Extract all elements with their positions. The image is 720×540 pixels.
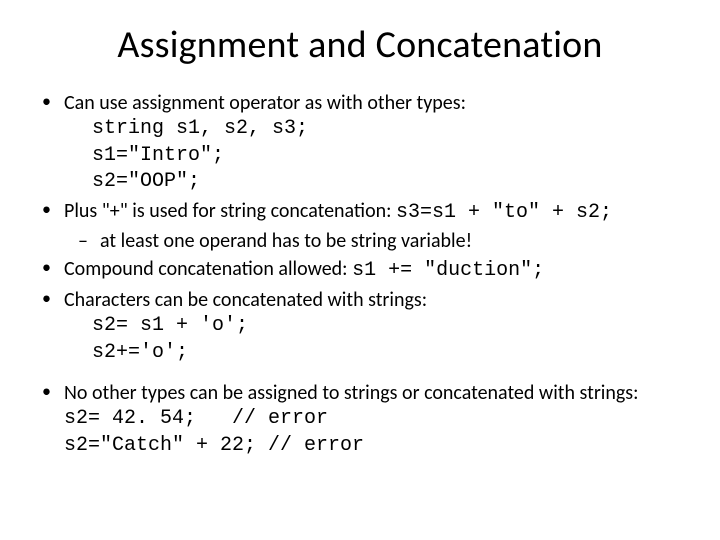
- bullet-text: Can use assignment operator as with othe…: [64, 91, 466, 115]
- slide-title: Assignment and Concatenation: [36, 22, 684, 68]
- code-line: s2="Catch" + 22; // error: [64, 433, 684, 459]
- sub-text: at least one operand has to be string va…: [100, 229, 472, 253]
- spacer: [36, 368, 684, 380]
- code-line: s1="Intro";: [92, 143, 684, 169]
- bullet-assignment: Can use assignment operator as with othe…: [36, 90, 684, 196]
- code-line: s2+='o';: [92, 340, 684, 366]
- code-line: string s1, s2, s3;: [92, 116, 684, 142]
- code-inline: s1 += "duction";: [352, 259, 544, 282]
- slide: Assignment and Concatenation Can use ass…: [0, 0, 720, 540]
- bullet-list: Can use assignment operator as with othe…: [36, 90, 684, 366]
- bullet-text: Plus "+" is used for string concatenatio…: [64, 199, 396, 223]
- bullet-errors: No other types can be assigned to string…: [36, 380, 684, 459]
- sub-bullet: at least one operand has to be string va…: [78, 228, 684, 254]
- code-inline: s3=s1 + "to" + s2;: [396, 201, 612, 224]
- bullet-text: Compound concatenation allowed:: [64, 257, 352, 281]
- code-line: s2= s1 + 'o';: [92, 313, 684, 339]
- bullet-text: No other types can be assigned to string…: [64, 381, 638, 405]
- bullet-characters: Characters can be concatenated with stri…: [36, 287, 684, 366]
- code-line: s2="OOP";: [92, 169, 684, 195]
- bullet-concatenation: Plus "+" is used for string concatenatio…: [36, 198, 684, 255]
- code-line: s2= 42. 54; // error: [64, 406, 684, 432]
- bullet-text: Characters can be concatenated with stri…: [64, 288, 427, 312]
- bullet-compound: Compound concatenation allowed: s1 += "d…: [36, 256, 684, 284]
- sub-list: at least one operand has to be string va…: [64, 228, 684, 254]
- bullet-list-2: No other types can be assigned to string…: [36, 380, 684, 459]
